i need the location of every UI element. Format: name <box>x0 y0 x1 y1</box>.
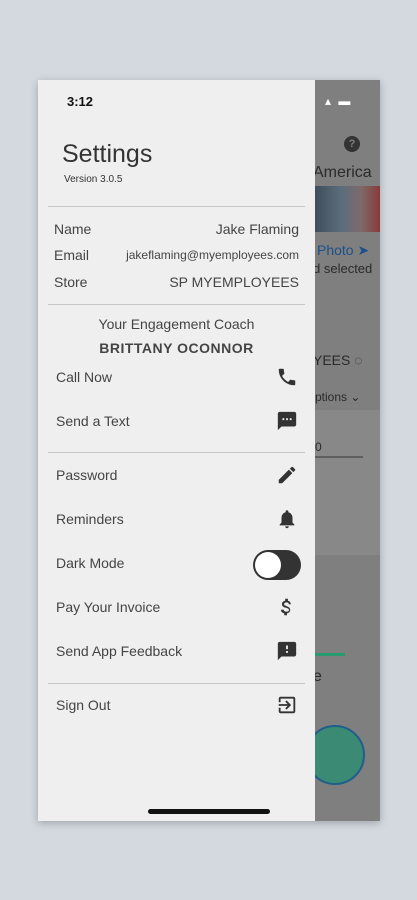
background-photo-link[interactable]: Photo ➤ <box>317 242 369 259</box>
password-button[interactable]: Password <box>56 464 298 488</box>
phone-icon <box>278 368 296 386</box>
name-label: Name <box>54 221 92 237</box>
background-photo <box>315 186 380 232</box>
settings-drawer: 3:12 Settings Version 3.0.5 Name Jake Fl… <box>38 80 315 821</box>
pencil-icon <box>278 466 296 484</box>
name-value: Jake Flaming <box>215 221 299 237</box>
coach-name: BRITTANY OCONNOR <box>99 340 254 356</box>
background-progress <box>315 653 345 656</box>
sign-out-button[interactable]: Sign Out <box>56 694 298 718</box>
coach-title: Your Engagement Coach <box>98 316 255 332</box>
background-text-e: e <box>315 668 322 685</box>
send-text-label: Send a Text <box>56 413 130 429</box>
reminders-label: Reminders <box>56 511 124 527</box>
divider <box>48 683 305 684</box>
background-options-dropdown[interactable]: ptions ⌄ <box>315 390 360 404</box>
send-feedback-label: Send App Feedback <box>56 643 183 659</box>
divider <box>48 452 305 453</box>
background-app-overlay[interactable]: ▴ ▬ ? America Photo ➤ d selected YEES ◌ … <box>315 80 380 821</box>
pay-invoice-label: Pay Your Invoice <box>56 599 161 615</box>
home-indicator[interactable] <box>148 809 270 814</box>
store-row: Store SP MYEMPLOYEES <box>54 274 299 292</box>
call-now-label: Call Now <box>56 369 113 385</box>
background-selected-text: d selected <box>315 261 373 276</box>
background-divider <box>315 456 363 458</box>
divider <box>48 304 305 305</box>
dollar-icon <box>280 598 291 616</box>
divider <box>48 206 305 207</box>
background-action-button[interactable] <box>315 725 365 785</box>
status-icons: ▴ ▬ <box>325 94 353 108</box>
store-label: Store <box>54 274 88 290</box>
version-label: Version 3.0.5 <box>64 174 123 185</box>
help-icon[interactable]: ? <box>344 136 360 152</box>
dark-mode-toggle[interactable] <box>253 550 301 580</box>
call-now-button[interactable]: Call Now <box>56 366 298 390</box>
status-time: 3:12 <box>67 94 94 109</box>
email-label: Email <box>54 247 90 263</box>
message-icon <box>277 411 297 431</box>
background-title: America <box>315 164 372 181</box>
toggle-knob <box>255 552 281 578</box>
feedback-icon <box>277 641 297 661</box>
background-store-text: YEES ◌ <box>315 352 363 368</box>
phone-screen: ▴ ▬ ? America Photo ➤ d selected YEES ◌ … <box>38 80 380 821</box>
store-value: SP MYEMPLOYEES <box>169 274 299 290</box>
background-panel: 0 <box>315 410 380 555</box>
name-row: Name Jake Flaming <box>54 221 299 239</box>
sign-out-label: Sign Out <box>56 697 111 713</box>
email-row: Email jakeflaming@myemployees.com <box>54 247 299 265</box>
send-text-button[interactable]: Send a Text <box>56 410 298 434</box>
send-feedback-button[interactable]: Send App Feedback <box>56 640 298 664</box>
password-label: Password <box>56 467 118 483</box>
email-value: jakeflaming@myemployees.com <box>126 248 299 262</box>
pay-invoice-button[interactable]: Pay Your Invoice <box>56 596 298 620</box>
reminders-button[interactable]: Reminders <box>56 508 298 532</box>
dark-mode-row: Dark Mode <box>56 550 301 580</box>
sign-out-icon <box>278 696 296 714</box>
page-title: Settings <box>62 140 153 168</box>
dark-mode-label: Dark Mode <box>56 555 125 571</box>
bell-icon <box>279 510 295 529</box>
